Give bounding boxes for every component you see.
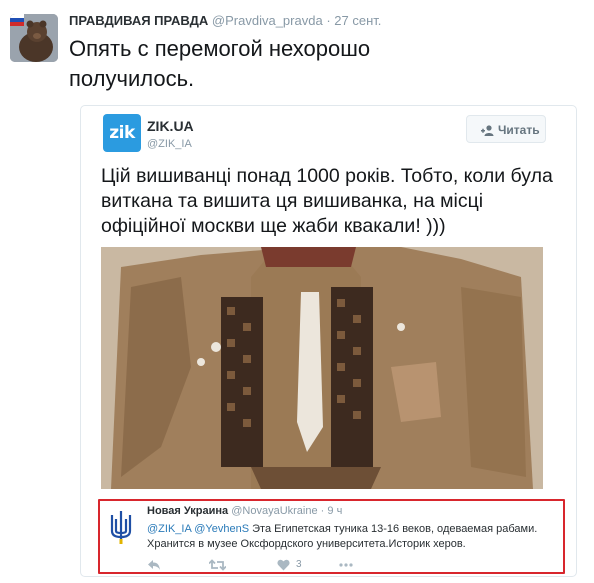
author-handle[interactable]: @Pravdiva_pravda	[212, 13, 323, 28]
quoted-header: Новая Украина @NovayaUkraine · 9 ч	[147, 505, 342, 517]
likes-count: 3	[296, 559, 302, 570]
bear-avatar-image	[10, 14, 58, 62]
card-account-handle[interactable]: @ZIK_IA	[147, 138, 192, 150]
follow-person-icon	[481, 125, 494, 136]
tweet-timestamp[interactable]: 27 сент.	[334, 13, 381, 28]
card-account-name[interactable]: ZIK.UA	[147, 118, 194, 134]
quoted-author-handle[interactable]: @NovayaUkraine	[231, 505, 317, 517]
retweet-button[interactable]	[209, 559, 226, 573]
mention-yevhens[interactable]: @YevhenS	[194, 523, 249, 535]
mention-zik[interactable]: @ZIK_IA	[147, 523, 191, 535]
tunic-photo[interactable]	[101, 247, 543, 489]
quoted-action-bar: 3	[147, 559, 447, 573]
reply-button[interactable]	[147, 559, 161, 573]
zik-logo-text: zik	[109, 123, 135, 143]
zik-logo[interactable]: zik	[103, 114, 141, 152]
follow-button[interactable]: Читать	[466, 115, 546, 143]
more-dots-icon	[339, 563, 353, 567]
heart-icon	[277, 559, 290, 571]
card-tweet-text: Цій вишиванці понад 1000 років. Тобто, к…	[101, 165, 553, 237]
reply-icon	[148, 560, 160, 570]
separator: ·	[326, 13, 331, 28]
avatar[interactable]	[10, 14, 58, 62]
quoted-separator: ·	[320, 505, 325, 517]
embedded-tweet-card[interactable]: zik ZIK.UA @ZIK_IA Читать Цій вишиванці …	[80, 105, 577, 577]
quoted-timestamp[interactable]: 9 ч	[327, 505, 342, 517]
quoted-tweet[interactable]: Новая Украина @NovayaUkraine · 9 ч @ZIK_…	[98, 499, 565, 574]
tweet-header: ПРАВДИВАЯ ПРАВДА @Pravdiva_pravda · 27 с…	[69, 13, 381, 28]
more-button[interactable]	[339, 559, 353, 573]
embroidered-tunic-image	[101, 247, 543, 489]
tweet-text: Опять с перемогой нехорошо получилось.	[69, 36, 371, 91]
ukraine-trident-icon	[110, 511, 132, 544]
retweet-icon	[209, 559, 226, 571]
quoted-author-name[interactable]: Новая Украина	[147, 505, 228, 517]
author-name[interactable]: ПРАВДИВАЯ ПРАВДА	[69, 13, 208, 28]
follow-button-label: Читать	[498, 123, 540, 137]
quoted-text: @ZIK_IA @YevhenS Эта Египетская туника 1…	[147, 522, 557, 552]
